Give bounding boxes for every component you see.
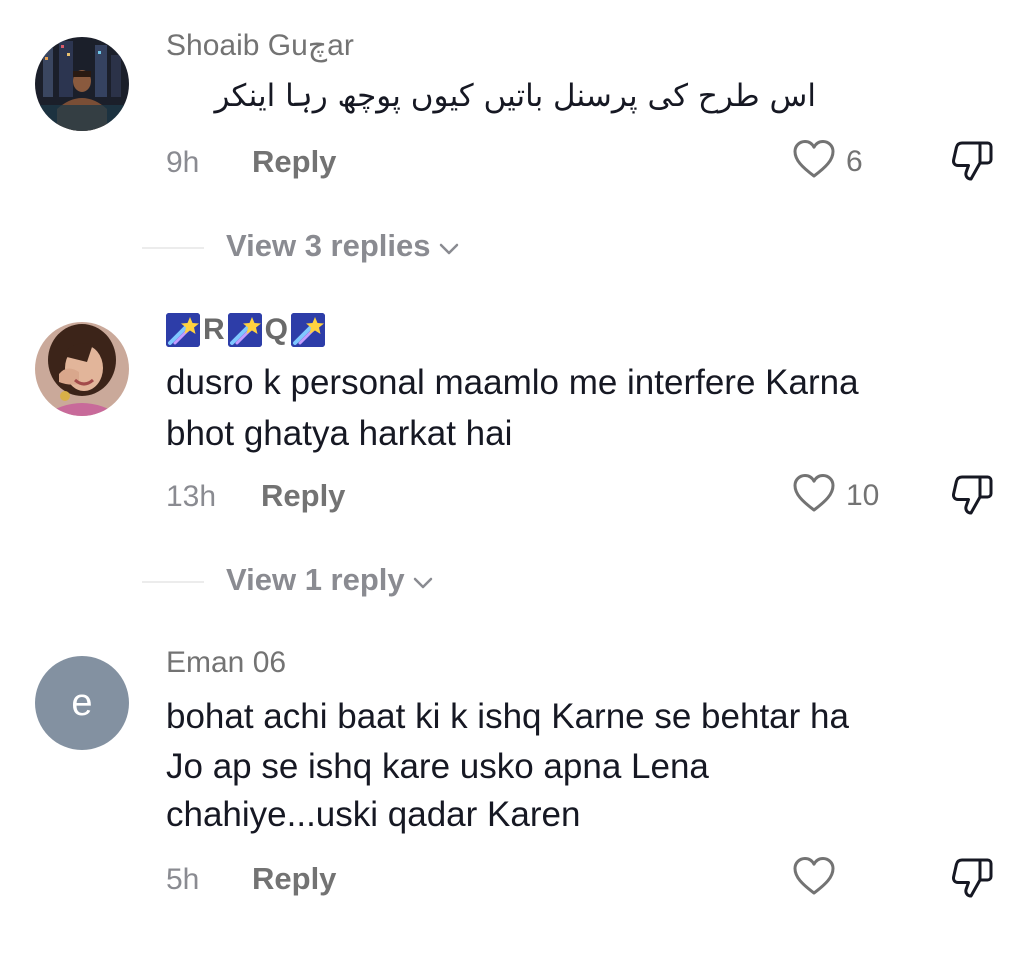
chevron-down-icon xyxy=(413,562,433,598)
like-count: 10 xyxy=(846,478,880,512)
avatar[interactable] xyxy=(35,37,129,131)
thread-divider xyxy=(142,581,204,583)
comment-text-line: bohat achi baat ki k ishq Karne se behta… xyxy=(166,697,849,736)
view-replies-row: View 1 reply xyxy=(0,562,1024,602)
view-replies-button[interactable]: View 1 reply xyxy=(226,562,433,598)
username-letter: Q xyxy=(264,313,289,346)
comment-username[interactable]: Eman 06 xyxy=(166,646,286,680)
dislike-button[interactable] xyxy=(950,855,994,906)
avatar[interactable] xyxy=(35,322,129,416)
comment-actions: 13h Reply 10 xyxy=(166,472,994,520)
like-button[interactable]: 10 xyxy=(792,472,879,519)
thumbs-down-outline-icon xyxy=(950,475,994,522)
avatar[interactable]: e xyxy=(35,656,129,750)
comment-text-line: Jo ap se ishq kare usko apna Lena xyxy=(166,747,709,786)
view-replies-label: View 3 replies xyxy=(226,228,431,263)
like-button[interactable] xyxy=(792,855,846,902)
comment-text-line: chahiye...uski qadar Karen xyxy=(166,795,581,834)
comment-username[interactable]: Shoaib Guچar xyxy=(166,28,354,63)
shooting-star-badge xyxy=(227,313,262,347)
view-replies-row: View 3 replies xyxy=(0,228,1024,268)
comment-timestamp: 13h xyxy=(166,480,217,513)
shooting-star-badge xyxy=(291,313,326,347)
comment-timestamp: 9h xyxy=(166,146,200,179)
heart-outline-icon xyxy=(792,855,836,902)
comment-text: اس طرح کی پرسنل باتیں کیوں پوچھ رہا اینک… xyxy=(214,78,816,114)
comment-username[interactable]: R Q xyxy=(166,313,326,347)
comment-actions: 5h Reply xyxy=(166,855,994,903)
view-replies-button[interactable]: View 3 replies xyxy=(226,228,459,264)
reply-button[interactable]: Reply xyxy=(252,861,336,897)
comment-text-line: bhot ghatya harkat hai xyxy=(166,414,513,453)
view-replies-label: View 1 reply xyxy=(226,562,405,597)
thread-divider xyxy=(142,247,204,249)
like-button[interactable]: 6 xyxy=(792,138,863,185)
thumbs-down-outline-icon xyxy=(950,858,994,905)
comment-text-line: dusro k personal maamlo me interfere Kar… xyxy=(166,363,859,402)
heart-outline-icon xyxy=(792,472,836,519)
dislike-button[interactable] xyxy=(950,138,994,189)
username-letter: R xyxy=(203,313,225,346)
like-count: 6 xyxy=(846,144,863,178)
dislike-button[interactable] xyxy=(950,472,994,523)
chevron-down-icon xyxy=(439,228,459,264)
reply-button[interactable]: Reply xyxy=(252,144,336,180)
reply-button[interactable]: Reply xyxy=(261,478,345,514)
comment-actions: 9h Reply 6 xyxy=(166,138,994,186)
thumbs-down-outline-icon xyxy=(950,141,994,188)
shooting-star-badge xyxy=(166,313,200,347)
comment-timestamp: 5h xyxy=(166,863,200,896)
heart-outline-icon xyxy=(792,138,836,185)
